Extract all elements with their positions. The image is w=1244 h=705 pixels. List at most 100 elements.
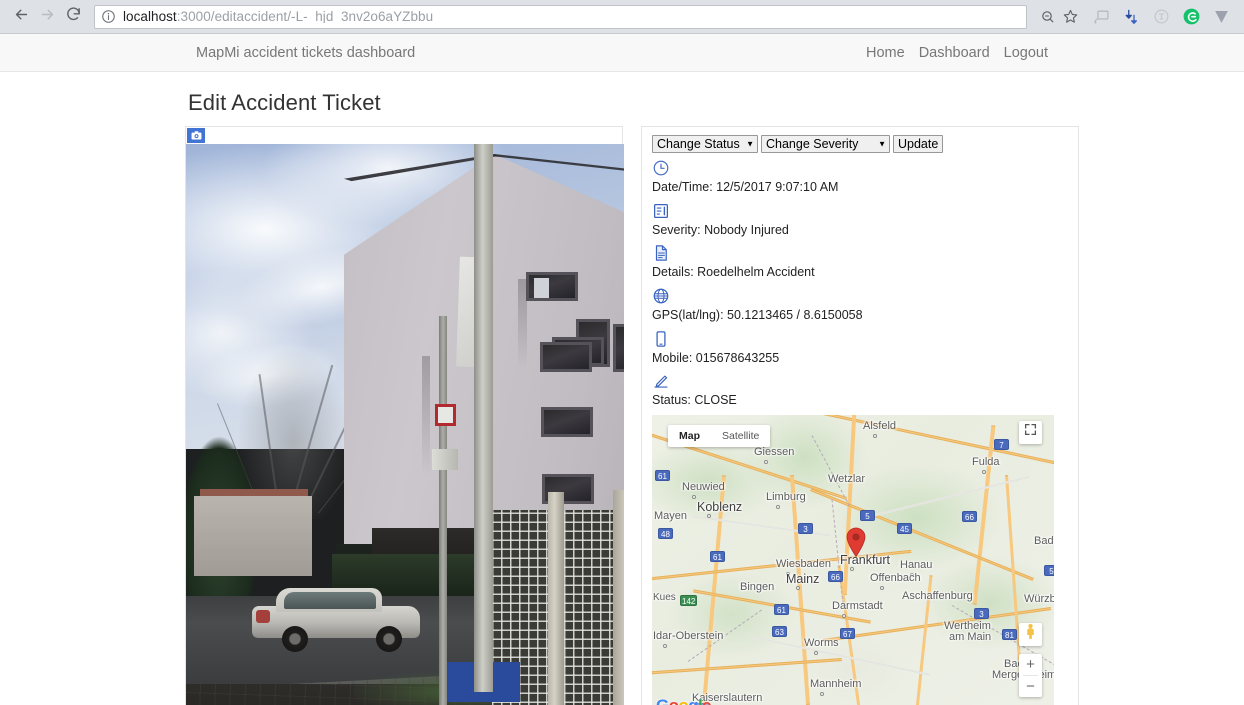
map-city-label: Hanau	[900, 558, 933, 571]
map-road-shield: 3	[798, 522, 813, 534]
map-city-label: Mayen	[654, 509, 688, 522]
reload-button[interactable]	[60, 4, 86, 30]
field-details-text: Details: Roedelhelm Accident	[652, 265, 815, 280]
document-icon	[652, 244, 672, 264]
map-city-dot	[842, 613, 846, 618]
map-fullscreen-button[interactable]	[1019, 420, 1042, 444]
address-bar[interactable]: localhost:3000/editaccident/-L-_hjd_3nv2…	[94, 4, 1027, 29]
map-city-label: Bingen	[740, 580, 775, 593]
photo-window	[541, 407, 593, 437]
nav-link-home[interactable]: Home	[866, 45, 905, 61]
map-city-dot	[707, 513, 711, 518]
bookmark-star-icon[interactable]	[1059, 6, 1081, 28]
map-city-dot	[820, 691, 824, 696]
map-road-shield: 63	[772, 625, 787, 637]
nav-link-dashboard[interactable]: Dashboard	[919, 45, 990, 61]
url-text: localhost:3000/editaccident/-L-_hjd_3nv2…	[123, 9, 434, 24]
map-type-satellite[interactable]: Satellite	[711, 425, 770, 447]
accident-location-map[interactable]: Alsfeld Giessen Fulda Wetzlar Neuwied Limburg…	[652, 414, 1054, 705]
omnibox-actions	[1037, 6, 1081, 28]
map-pin-icon[interactable]	[846, 527, 866, 557]
page-container: Edit Accident Ticket Change Status ▼ Cha…	[177, 90, 1079, 705]
map-type-control: Map Satellite	[668, 424, 771, 447]
map-city-dot	[814, 650, 818, 655]
vimeo-v-icon[interactable]	[1206, 3, 1236, 31]
translate-box-icon[interactable]	[1146, 3, 1176, 31]
map-city-label: Offenbach	[870, 571, 921, 584]
map-city-label: Aschaffenburg	[902, 589, 973, 602]
field-status-text: Status: CLOSE	[652, 393, 737, 408]
change-status-select[interactable]: Change StatusOPENCLOSE	[652, 135, 758, 153]
map-street-view-button[interactable]	[1019, 622, 1042, 646]
download-arrows-icon[interactable]	[1116, 3, 1146, 31]
field-status: Status: CLOSE	[652, 372, 1070, 409]
camera-icon	[187, 128, 205, 143]
map-road-shield: 81	[1002, 628, 1017, 640]
clock-icon	[652, 159, 672, 179]
map-zoom-out-button[interactable]: −	[1019, 676, 1042, 697]
update-button[interactable]: Update	[893, 135, 944, 153]
field-severity-text: Severity: Nobody Injured	[652, 222, 789, 237]
map-city-label: Wetzlar	[828, 472, 866, 485]
map-city-dot	[796, 585, 800, 590]
fullscreen-icon	[1024, 423, 1037, 441]
map-city-label: Bad Kissingen	[1034, 534, 1054, 547]
map-city-dot	[880, 585, 884, 590]
grammarly-icon[interactable]	[1176, 3, 1206, 31]
map-road-shield: 61	[655, 469, 670, 481]
map-road-shield: 61	[774, 603, 789, 615]
map-city-label: Alsfeld	[863, 419, 897, 432]
change-severity-select[interactable]: Change SeverityNobody InjuredInjuredFata…	[761, 135, 890, 153]
accident-photo[interactable]	[186, 144, 624, 705]
map-type-map[interactable]: Map	[668, 425, 711, 447]
map-road-shield: 3	[974, 607, 989, 619]
cast-icon[interactable]	[1086, 3, 1116, 31]
photo-utility-pole	[474, 144, 493, 692]
map-city-label: Fulda	[972, 455, 1000, 468]
photo-red-bordered-sign	[435, 404, 456, 426]
accident-details-card: Change StatusOPENCLOSE ▼ Change Severity…	[641, 126, 1079, 705]
map-road-shield: 142	[680, 594, 698, 606]
info-circle-icon[interactable]	[101, 9, 116, 24]
field-gps-text: GPS(lat/lng): 50.1213465 / 8.6150058	[652, 307, 863, 322]
google-logo: Google	[656, 696, 712, 705]
map-zoom-control: + −	[1019, 653, 1042, 697]
map-road-shield: 5	[860, 509, 875, 521]
navbar-brand[interactable]: MapMi accident tickets dashboard	[196, 45, 415, 61]
map-city-label: am Main	[949, 630, 992, 643]
map-city-label: Koblenz	[697, 499, 743, 514]
map-road-shield: 7	[994, 438, 1009, 450]
search-icon[interactable]	[1037, 6, 1059, 28]
photo-sign-pole	[439, 316, 447, 705]
change-status-select-wrap: Change StatusOPENCLOSE ▼	[652, 135, 758, 153]
map-city-dot	[850, 566, 854, 571]
map-road-shield: 67	[840, 627, 855, 639]
accident-photo-card	[185, 126, 624, 705]
map-city-dot	[663, 643, 667, 648]
photo-gate-post	[613, 490, 624, 705]
map-road-shield: 48	[658, 527, 673, 539]
map-city-label: Darmstadt	[832, 599, 883, 612]
navbar-links: Home Dashboard Logout	[866, 45, 1048, 61]
mobile-phone-icon	[652, 330, 672, 350]
nav-link-logout[interactable]: Logout	[1004, 45, 1048, 61]
site-navbar: MapMi accident tickets dashboard Home Da…	[0, 34, 1244, 72]
photo-window	[613, 324, 624, 372]
map-city-label: Limburg	[766, 490, 806, 503]
field-gps: GPS(lat/lng): 50.1213465 / 8.6150058	[652, 287, 1070, 324]
field-date-time-text: Date/Time: 12/5/2017 9:07:10 AM	[652, 180, 839, 194]
map-city-label: Würzburg	[1024, 592, 1054, 605]
map-city-label: Worms	[804, 636, 839, 649]
map-city-label: Mainz	[786, 571, 820, 586]
forward-button[interactable]	[34, 4, 60, 30]
map-zoom-in-button[interactable]: +	[1019, 654, 1042, 675]
map-road-shield: 66	[962, 510, 977, 522]
field-date-time: Date/Time: 12/5/2017 9:07:10 AM	[652, 159, 1070, 196]
map-city-dot	[776, 504, 780, 509]
field-mobile-text: Mobile: 015678643255	[652, 350, 780, 365]
photo-parked-car	[252, 584, 420, 652]
photo-gate-post	[548, 492, 564, 705]
back-button[interactable]	[8, 4, 34, 30]
field-mobile: Mobile: 015678643255	[652, 330, 1070, 367]
street-view-pegman-icon	[1023, 623, 1038, 645]
